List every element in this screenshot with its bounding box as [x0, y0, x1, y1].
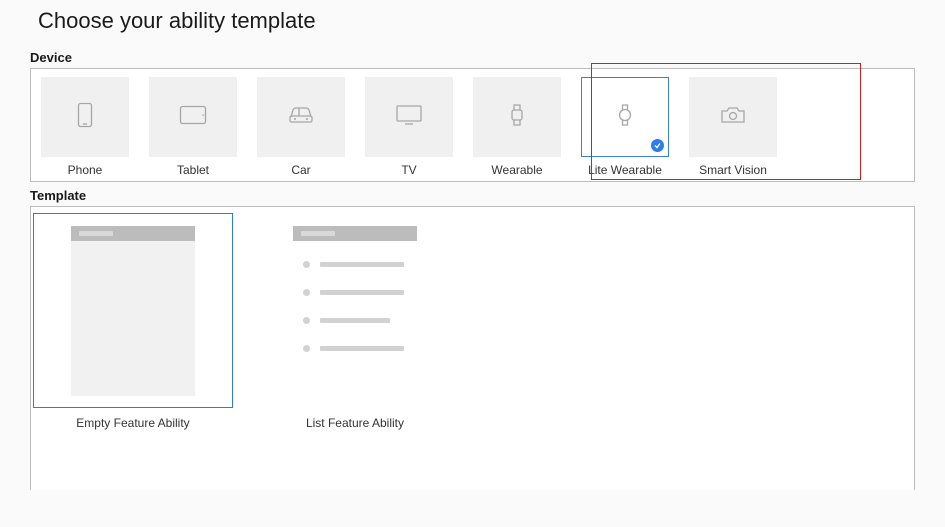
- template-caption: Empty Feature Ability: [76, 416, 189, 430]
- tablet-icon: [179, 105, 207, 130]
- template-item-list[interactable]: List Feature Ability: [253, 211, 457, 430]
- device-item-wearable[interactable]: Wearable: [473, 75, 561, 177]
- template-panel: Empty Feature Ability List Feature Abili…: [30, 206, 915, 490]
- device-item-tablet[interactable]: Tablet: [149, 75, 237, 177]
- device-caption: Wearable: [491, 163, 542, 177]
- tv-icon: [395, 104, 423, 131]
- device-caption: TV: [401, 163, 416, 177]
- device-caption: Car: [291, 163, 310, 177]
- car-icon: [287, 104, 315, 131]
- litewearable-icon: [616, 102, 634, 133]
- device-tile-litewearable: [581, 77, 669, 157]
- template-preview-empty: [71, 226, 195, 396]
- template-item-empty[interactable]: Empty Feature Ability: [31, 211, 235, 430]
- device-item-tv[interactable]: TV: [365, 75, 453, 177]
- device-caption: Smart Vision: [699, 163, 767, 177]
- device-panel: Phone Tablet Car TV Wear: [30, 68, 915, 182]
- device-tile-tablet: [149, 77, 237, 157]
- device-tile-smartvision: [689, 77, 777, 157]
- template-tile-empty: [33, 213, 233, 408]
- page-title: Choose your ability template: [38, 8, 915, 34]
- device-tile-tv: [365, 77, 453, 157]
- device-tile-phone: [41, 77, 129, 157]
- template-tile-list: [255, 213, 455, 408]
- device-caption: Phone: [68, 163, 103, 177]
- template-section-label: Template: [30, 188, 915, 203]
- device-item-litewearable[interactable]: Lite Wearable: [581, 75, 669, 177]
- device-item-phone[interactable]: Phone: [41, 75, 129, 177]
- device-item-smartvision[interactable]: Smart Vision: [689, 75, 777, 177]
- camera-icon: [720, 105, 746, 130]
- selected-check-icon: [651, 139, 664, 152]
- device-tile-car: [257, 77, 345, 157]
- device-caption: Tablet: [177, 163, 209, 177]
- device-item-car[interactable]: Car: [257, 75, 345, 177]
- wearable-icon: [508, 102, 526, 133]
- template-preview-list: [293, 226, 417, 396]
- phone-icon: [76, 102, 94, 133]
- device-tile-wearable: [473, 77, 561, 157]
- template-caption: List Feature Ability: [306, 416, 404, 430]
- device-section-label: Device: [30, 50, 915, 65]
- device-caption: Lite Wearable: [588, 163, 662, 177]
